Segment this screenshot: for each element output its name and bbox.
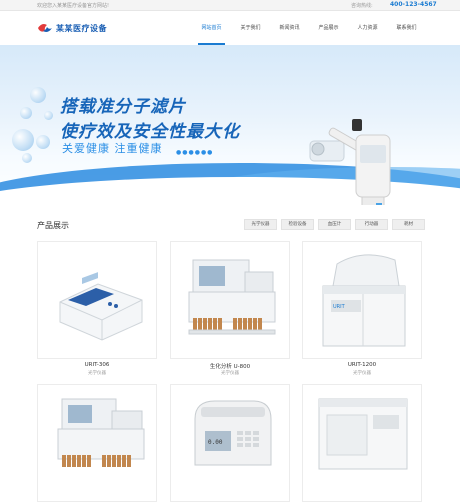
banner-headline: 搭载准分子滤片 (60, 97, 186, 117)
filter-optical[interactable]: 光学仪器 (244, 219, 277, 230)
nav-about[interactable]: 关于我们 (231, 11, 270, 45)
banner-dots: ●●●●●● (176, 149, 214, 156)
bubble-decoration (36, 135, 50, 149)
analyzer-image (57, 398, 145, 467)
svg-text:0.00: 0.00 (208, 439, 223, 446)
nav-news[interactable]: 新闻资讯 (270, 11, 309, 45)
svg-text:URIT: URIT (333, 304, 346, 310)
nav-products[interactable]: 产品展示 (309, 11, 348, 45)
nav-home[interactable]: 网站首页 (192, 11, 231, 45)
bubble-decoration (12, 129, 34, 151)
analyzer-image: 0.00 (194, 400, 272, 466)
welcome-text: 欢迎您入某某医疗设备官方网站! (37, 3, 110, 9)
filter-consumables[interactable]: 耗材 (392, 219, 425, 230)
analyzer-1200-image: URIT (322, 254, 406, 347)
product-card[interactable] (37, 241, 157, 359)
product-category: 光学仪器 (353, 371, 371, 376)
product-name[interactable]: URIT-306 (37, 362, 157, 368)
bubble-decoration (22, 153, 32, 163)
bubble-decoration (20, 107, 32, 119)
analyzer-image (318, 398, 408, 470)
nav-hr[interactable]: 人力资源 (348, 11, 387, 45)
banner-subline: 关爱健康 注重健康 (62, 142, 163, 155)
logo-text[interactable]: 某某医疗设备 (56, 23, 107, 34)
product-name[interactable]: 生化分析 U-800 (170, 362, 290, 370)
hotline-number[interactable]: 400-123-4567 (390, 1, 437, 8)
hero-banner[interactable]: 搭载准分子滤片 使疗效及安全性最大化 关爱健康 注重健康 ●●●●●● (0, 45, 460, 205)
nav-contact[interactable]: 联系我们 (387, 11, 426, 45)
product-card[interactable]: 0.00 (170, 384, 290, 502)
product-filters: 光学仪器 检验设备 血压计 行动器 耗材 (244, 219, 429, 230)
bubble-decoration (30, 87, 46, 103)
product-name[interactable]: URIT-1200 (302, 362, 422, 368)
product-card[interactable] (37, 384, 157, 502)
products-title: 产品展示 (37, 221, 69, 230)
filter-bp-meter[interactable]: 血压计 (318, 219, 351, 230)
product-category: 光学仪器 (221, 371, 239, 376)
product-category: 光学仪器 (88, 371, 106, 376)
laser-machine-image (309, 119, 391, 205)
filter-mobility[interactable]: 行动器 (355, 219, 388, 230)
top-strip: 欢迎您入某某医疗设备官方网站! 咨询热线: 400-123-4567 (0, 0, 460, 11)
analyzer-u800-image (188, 259, 276, 335)
analyzer-306-image (59, 272, 143, 341)
bubble-decoration (44, 111, 53, 120)
product-card[interactable] (170, 241, 290, 359)
logo-icon[interactable] (36, 21, 54, 35)
product-card[interactable]: URIT (302, 241, 422, 359)
filter-inspection[interactable]: 检验设备 (281, 219, 314, 230)
hotline-label: 咨询热线: (351, 3, 373, 9)
site-header: 某某医疗设备 网站首页 关于我们 新闻资讯 产品展示 人力资源 联系我们 (0, 11, 460, 45)
product-card[interactable] (302, 384, 422, 502)
main-nav: 网站首页 关于我们 新闻资讯 产品展示 人力资源 联系我们 (192, 11, 426, 45)
banner-headline: 使疗效及安全性最大化 (60, 122, 240, 142)
